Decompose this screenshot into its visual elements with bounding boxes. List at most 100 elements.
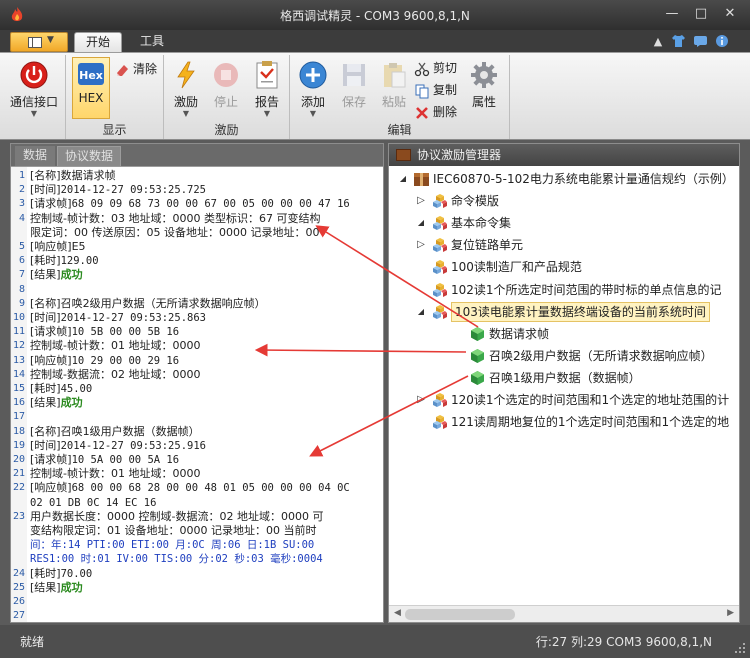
- command-set-icon: [433, 304, 447, 319]
- tab-tools[interactable]: 工具: [128, 32, 176, 52]
- arrow-up-icon[interactable]: ▲: [650, 34, 666, 49]
- info-icon[interactable]: [714, 34, 730, 49]
- app-menu-button[interactable]: ▼: [10, 32, 68, 52]
- resize-grip-icon[interactable]: [734, 642, 746, 654]
- line-tag: [名称]: [30, 296, 61, 310]
- scroll-right-icon[interactable]: ▶: [727, 608, 734, 618]
- excite-label: 激励: [173, 95, 198, 109]
- tree-node-label: 复位链路单元: [451, 238, 524, 253]
- line-content: [响应帧]68 00 00 68 28 00 00 48 01 05 00 00…: [30, 481, 350, 495]
- tab-data[interactable]: 数据: [15, 146, 55, 166]
- excite-button[interactable]: 激励 ▼: [166, 58, 206, 118]
- line-tag: [结果]: [30, 396, 61, 410]
- save-button[interactable]: 保存: [334, 58, 374, 118]
- line-content: RES1:00 时:01 IV:00 TIS:00 分:02 秒:03 毫秒:0…: [30, 552, 323, 566]
- protocol-data-editor[interactable]: 1 [名称]数据请求帧 2 [时间]2014-12-27 09:53:25.725 3[…: [11, 166, 383, 622]
- expanded-arrow-icon[interactable]: ◢: [397, 168, 409, 190]
- cut-button[interactable]: 剪切: [414, 58, 457, 78]
- tab-protocol-data[interactable]: 协议数据: [57, 146, 121, 166]
- line-number: 21: [12, 468, 25, 480]
- status-ready: 就绪: [20, 635, 45, 649]
- line-number: 27: [12, 610, 25, 622]
- line-tag: [名称]: [30, 169, 61, 182]
- properties-button[interactable]: 属性: [462, 58, 506, 118]
- line-text: 129.00: [60, 255, 99, 268]
- close-icon[interactable]: ✕: [719, 4, 741, 24]
- paste-label: 粘贴: [381, 95, 406, 109]
- line-text: 10 5B 00 00 5B 16: [71, 326, 180, 339]
- line-tag: [请求帧]: [30, 325, 72, 339]
- paste-button[interactable]: 粘贴: [374, 58, 414, 118]
- hex-toggle-button[interactable]: Hex HEX: [72, 57, 110, 119]
- tree-node[interactable]: ▷ 120读1个选定的时间范围和1个选定的地址范围的计: [389, 389, 739, 411]
- collapsed-arrow-icon[interactable]: ▷: [415, 389, 427, 411]
- collapsed-arrow-icon[interactable]: ▷: [415, 234, 427, 256]
- chevron-down-icon: ▼: [47, 35, 54, 45]
- green-cube-icon: [471, 370, 484, 385]
- tree-node[interactable]: 召唤1级用户数据（数据帧）: [389, 367, 739, 389]
- scrollbar-thumb[interactable]: [405, 609, 515, 620]
- line-content: [时间]2014-12-27 09:53:25.725: [30, 183, 206, 197]
- group-comm: 通信接口 ▼: [0, 55, 66, 139]
- line-number: 8: [18, 283, 25, 295]
- tree-node[interactable]: 召唤2级用户数据（无所请求数据响应帧）: [389, 345, 739, 367]
- tree-node[interactable]: 102读1个所选定时间范围的带时标的单点信息的记: [389, 279, 739, 301]
- protocol-excite-manager-pane: 协议激励管理器 ◢ IEC60870-5-102电力系统电能累计量通信规约（示例）…: [388, 143, 740, 623]
- line-content: 控制域-数据流：02 地址域：0000: [30, 368, 200, 382]
- line-content: 用户数据长度：0000 控制域-数据流：02 地址域：0000 可: [30, 510, 323, 524]
- group-excite: 激励 ▼ 停止 报告 ▼ 激励: [164, 55, 290, 139]
- group-display-label: 显示: [102, 123, 127, 137]
- minimize-icon[interactable]: —: [661, 4, 683, 24]
- line-content: 控制域-帧计数：01 地址域：0000: [30, 467, 200, 481]
- tree-node[interactable]: ◢ 基本命令集: [389, 212, 739, 234]
- line-number: 10: [12, 312, 25, 323]
- expanded-arrow-icon[interactable]: ◢: [415, 212, 427, 234]
- line-content: 02 01 DB 0C 14 EC 16: [30, 496, 156, 510]
- clear-button[interactable]: 清除: [114, 59, 157, 79]
- delete-label: 删除: [433, 105, 458, 119]
- line-content: [耗时]129.00: [30, 254, 99, 268]
- tree-node[interactable]: 数据请求帧: [389, 323, 739, 345]
- collapsed-arrow-icon[interactable]: ▷: [415, 190, 427, 212]
- tree-node[interactable]: ◢ 103读电能累计量数据终端设备的当前系统时间: [389, 301, 739, 323]
- copy-button[interactable]: 复制: [414, 80, 457, 100]
- line-number: 2: [18, 184, 25, 196]
- line-text: 10 5A 00 00 5A 16: [71, 454, 180, 466]
- horizontal-scrollbar[interactable]: ◀ ▶: [389, 605, 739, 622]
- group-edit: 添加 ▼ 保存 粘贴 剪切 复制 删除 属性 编辑: [290, 55, 510, 139]
- tab-start[interactable]: 开始: [74, 32, 122, 52]
- expanded-arrow-icon[interactable]: ◢: [415, 301, 427, 323]
- line-tag: [响应帧]: [30, 481, 72, 495]
- tree-node[interactable]: ▷ 命令模版: [389, 190, 739, 212]
- document-icon: [28, 37, 42, 48]
- line-content: [结果]成功: [30, 396, 83, 410]
- report-button[interactable]: 报告 ▼: [246, 58, 288, 118]
- tree-node[interactable]: ▷ 复位链路单元: [389, 234, 739, 256]
- green-cube-icon: [471, 348, 484, 363]
- line-text: 控制域-帧计数：01 地址域：0000: [30, 339, 201, 353]
- delete-button[interactable]: 删除: [414, 102, 457, 122]
- protocol-data-pane: 数据 协议数据 1 [名称]数据请求帧 2 [时间]2014-12-27 09:53:…: [10, 143, 384, 623]
- line-content: [名称]数据请求帧: [30, 169, 116, 183]
- chat-icon[interactable]: [692, 34, 708, 49]
- scroll-left-icon[interactable]: ◀: [394, 608, 401, 618]
- tree-node[interactable]: 121读周期地复位的1个选定时间范围和1个选定的地: [389, 411, 739, 433]
- line-tag: [时间]: [30, 438, 61, 452]
- result-success: 成功: [60, 396, 83, 410]
- green-cube-icon: [471, 326, 484, 341]
- line-text: E5: [71, 240, 86, 253]
- maximize-icon[interactable]: □: [690, 4, 712, 24]
- line-number: 11: [12, 326, 25, 338]
- stop-button[interactable]: 停止: [206, 58, 246, 118]
- tree-node[interactable]: ◢ IEC60870-5-102电力系统电能累计量通信规约（示例）: [389, 168, 739, 190]
- line-content: [耗时]70.00: [30, 567, 92, 581]
- comm-port-button[interactable]: 通信接口 ▼: [6, 58, 62, 118]
- line-text: 68 00 00 68 28 00 00 48 01 05 00 00 00 0…: [71, 482, 350, 495]
- add-button[interactable]: 添加 ▼: [292, 58, 334, 118]
- command-set-icon: [433, 238, 447, 253]
- shirt-icon[interactable]: [670, 34, 686, 49]
- line-content: [结果]成功: [30, 581, 83, 595]
- line-number: 24: [12, 567, 25, 579]
- tree-node[interactable]: 100读制造厂和产品规范: [389, 256, 739, 278]
- group-excite-label: 激励: [214, 123, 239, 137]
